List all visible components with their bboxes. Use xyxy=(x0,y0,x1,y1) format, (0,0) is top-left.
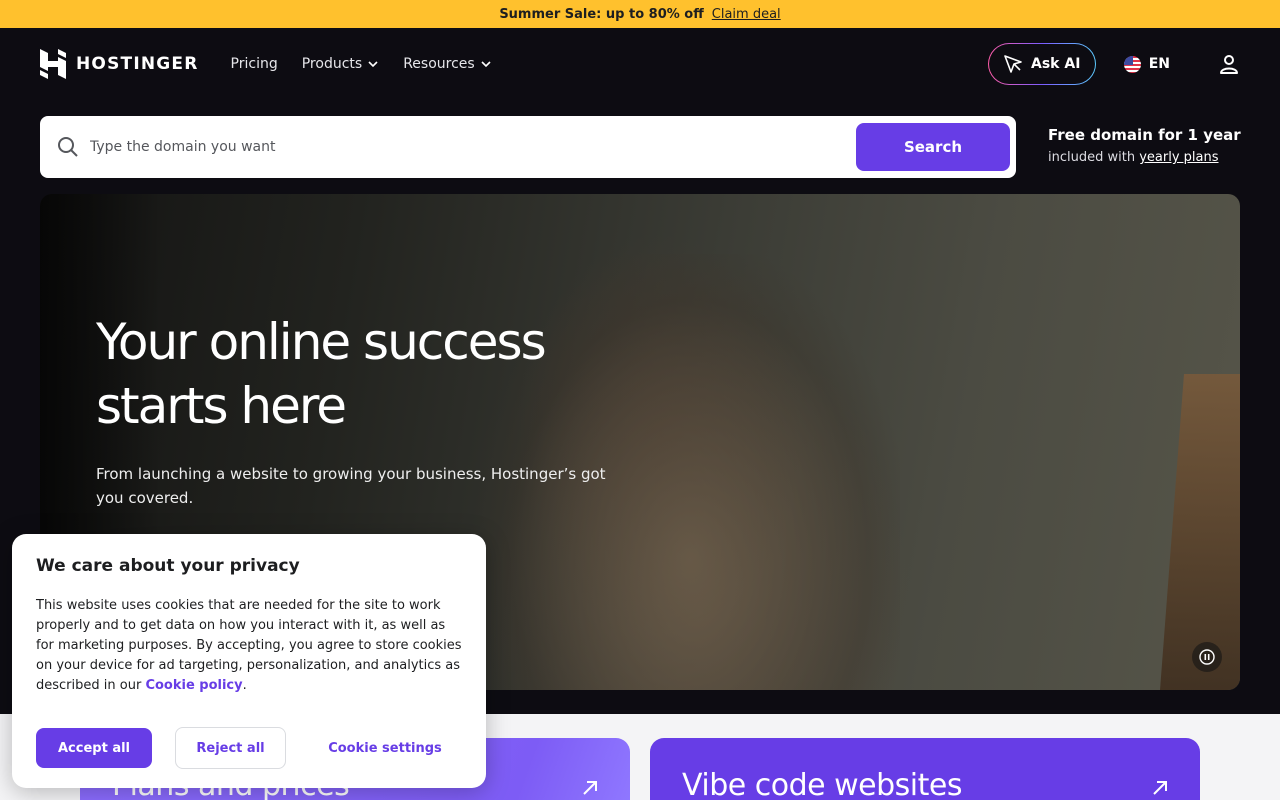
free-domain-promo: Free domain for 1 year included with yea… xyxy=(1048,126,1241,165)
search-button[interactable]: Search xyxy=(856,123,1010,171)
cookie-description: This website uses cookies that are neede… xyxy=(36,598,462,693)
cookie-title: We care about your privacy xyxy=(36,556,300,576)
cookie-policy-link[interactable]: Cookie policy xyxy=(145,678,242,693)
pause-video-button[interactable] xyxy=(1192,642,1222,672)
ask-ai-button[interactable]: Ask AI xyxy=(988,43,1096,85)
hostinger-logo-icon xyxy=(40,49,66,79)
ai-sparkle-icon xyxy=(1004,55,1022,73)
claim-deal-link[interactable]: Claim deal xyxy=(712,7,781,22)
user-account-icon[interactable] xyxy=(1218,53,1240,75)
language-selector[interactable]: EN xyxy=(1123,55,1170,73)
yearly-plans-link[interactable]: yearly plans xyxy=(1139,150,1218,165)
hostinger-logo[interactable]: HOSTINGER xyxy=(40,49,199,79)
accept-all-button[interactable]: Accept all xyxy=(36,728,152,768)
arrow-up-right-icon xyxy=(583,781,597,795)
nav-resources[interactable]: Resources xyxy=(403,56,492,72)
logo-text: HOSTINGER xyxy=(76,54,199,74)
nav-pricing-label: Pricing xyxy=(230,56,278,72)
hero-subtitle: From launching a website to growing your… xyxy=(96,465,606,507)
top-navigation: HOSTINGER Pricing Products Resources Ask… xyxy=(0,28,1280,100)
domain-search-input[interactable] xyxy=(90,139,856,155)
nav-products[interactable]: Products xyxy=(302,56,379,72)
us-flag-icon xyxy=(1123,55,1141,73)
pause-icon xyxy=(1199,649,1215,665)
cookie-settings-button[interactable]: Cookie settings xyxy=(312,728,458,768)
chevron-down-icon xyxy=(481,61,491,68)
cookie-consent-dialog: We care about your privacy This website … xyxy=(12,534,486,788)
banner-text: Summer Sale: up to 80% off xyxy=(499,6,704,22)
promo-subtitle: included with yearly plans xyxy=(1048,150,1241,165)
domain-search-bar: Search xyxy=(40,116,1016,178)
language-label: EN xyxy=(1148,56,1170,72)
chevron-down-icon xyxy=(368,61,378,68)
reject-all-button[interactable]: Reject all xyxy=(175,727,286,769)
nav-products-label: Products xyxy=(301,56,363,72)
search-icon xyxy=(58,137,78,157)
promo-title: Free domain for 1 year xyxy=(1048,126,1241,144)
ask-ai-label: Ask AI xyxy=(1031,56,1081,72)
nav-resources-label: Resources xyxy=(403,56,475,72)
cookie-text: This website uses cookies that are neede… xyxy=(36,598,462,693)
hero-title: Your online success starts here xyxy=(96,313,547,435)
promo-sub-prefix: included with xyxy=(1048,150,1136,165)
nav-pricing[interactable]: Pricing xyxy=(231,56,278,72)
arrow-up-right-icon xyxy=(1153,781,1167,795)
promo-banner: Summer Sale: up to 80% off Claim deal xyxy=(0,0,1280,28)
card-title: Vibe code websites xyxy=(682,768,962,800)
vibe-code-websites-card[interactable]: Vibe code websites xyxy=(650,738,1200,800)
